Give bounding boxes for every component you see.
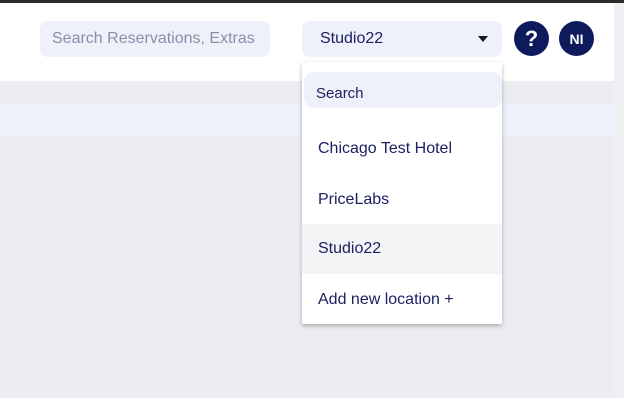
reservation-search-input[interactable] bbox=[50, 29, 260, 49]
location-search-box[interactable] bbox=[304, 72, 502, 108]
location-select-value: Studio22 bbox=[320, 30, 384, 47]
location-search-input[interactable] bbox=[314, 84, 492, 103]
reservation-search-box[interactable] bbox=[40, 21, 270, 57]
location-option-chicago-test-hotel[interactable]: Chicago Test Hotel bbox=[302, 124, 502, 174]
help-button[interactable]: ? bbox=[514, 21, 549, 56]
location-option-studio22[interactable]: Studio22 bbox=[302, 224, 502, 274]
location-dropdown-menu: Chicago Test Hotel PriceLabs Studio22 Ad… bbox=[302, 62, 502, 324]
location-select[interactable]: Studio22 bbox=[302, 21, 502, 57]
scrollbar-gutter bbox=[614, 3, 624, 398]
avatar-initials: NI bbox=[569, 30, 584, 47]
location-option-pricelabs[interactable]: PriceLabs bbox=[302, 175, 502, 225]
add-new-location-option[interactable]: Add new location + bbox=[302, 275, 502, 325]
help-icon: ? bbox=[524, 25, 539, 51]
caret-down-icon bbox=[478, 36, 488, 42]
user-avatar[interactable]: NI bbox=[559, 21, 594, 56]
